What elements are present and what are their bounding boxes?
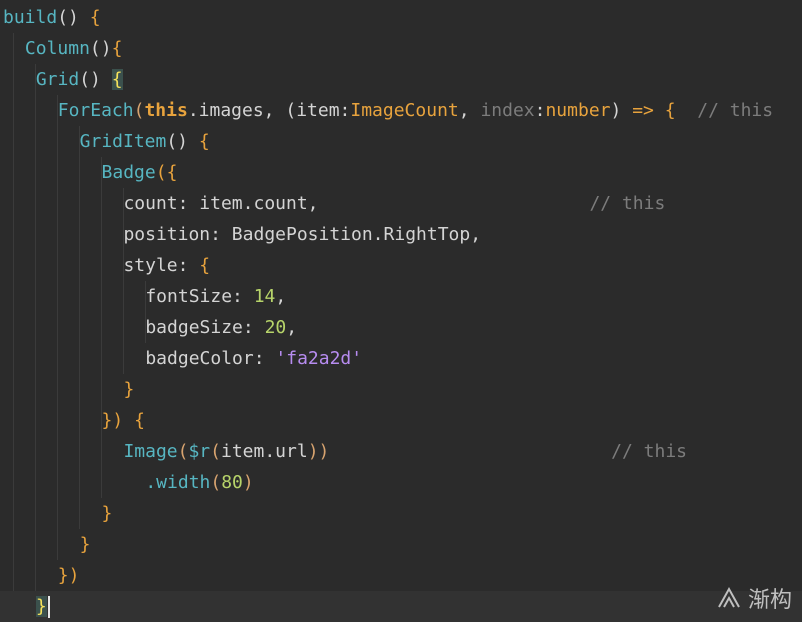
code-token: { — [89, 7, 101, 28]
code-token: ImageCount — [350, 100, 459, 121]
code-line[interactable]: }) { — [0, 405, 802, 436]
code-line[interactable]: Grid() { — [0, 64, 802, 95]
code-token: ( — [210, 472, 222, 493]
code-token: badgeColor: — [145, 348, 276, 369]
code-token: } — [35, 596, 47, 617]
code-line[interactable]: Column(){ — [0, 33, 802, 64]
watermark-text: 渐构 — [747, 588, 792, 613]
code-token: ) — [242, 472, 254, 493]
code-line[interactable]: badgeSize: 20, — [0, 312, 802, 343]
code-token: .images, ( — [187, 100, 297, 121]
code-line[interactable]: } — [0, 374, 802, 405]
code-line[interactable]: build() { — [0, 2, 802, 33]
code-line[interactable]: } — [0, 529, 802, 560]
watermark: 渐构 — [716, 582, 792, 614]
code-token: : — [534, 100, 546, 121]
code-token: , — [286, 317, 298, 338]
code-token: , — [275, 286, 287, 307]
code-token: ( — [133, 100, 145, 121]
code-token: }) — [57, 565, 80, 586]
code-line[interactable]: Badge({ — [0, 157, 802, 188]
code-line[interactable]: .width(80) — [0, 467, 802, 498]
code-token: Image — [123, 441, 178, 462]
code-token: } — [123, 379, 135, 400]
code-token: count: item.count, — [123, 193, 319, 214]
code-line[interactable]: } — [0, 498, 802, 529]
code-token: number — [545, 100, 611, 121]
code-token: this — [144, 100, 188, 121]
code-line[interactable]: fontSize: 14, — [0, 281, 802, 312]
code-token: { — [111, 69, 123, 90]
code-token: () — [79, 69, 112, 90]
code-token: { — [111, 38, 123, 59]
code-token: // this — [611, 441, 688, 462]
code-token: () — [57, 7, 90, 28]
code-token: 14 — [253, 286, 276, 307]
code-editor[interactable]: build() {Column(){Grid() {ForEach(this.i… — [0, 0, 802, 622]
code-token: () — [166, 131, 199, 152]
code-token: // this — [589, 193, 666, 214]
code-token: ( — [210, 441, 221, 462]
code-token: ( — [177, 441, 189, 462]
code-token: item: — [296, 100, 351, 121]
code-token: 20 — [264, 317, 287, 338]
code-token: style: — [123, 255, 200, 276]
code-token: Grid — [35, 69, 80, 90]
code-token: index — [480, 100, 535, 121]
code-token: ) — [610, 100, 633, 121]
code-token: Badge — [101, 162, 156, 183]
code-token: Column — [24, 38, 90, 59]
code-token: ({ — [155, 162, 178, 183]
code-line[interactable]: style: { — [0, 250, 802, 281]
code-line[interactable]: position: BadgePosition.RightTop, — [0, 219, 802, 250]
code-token: $r — [188, 441, 211, 462]
code-token: fontSize: — [145, 286, 254, 307]
code-token: position: BadgePosition.RightTop, — [123, 224, 482, 245]
code-line[interactable]: ForEach(this.images, (item:ImageCount, i… — [0, 95, 802, 126]
code-line[interactable]: }) — [0, 560, 802, 591]
code-token: { — [199, 255, 211, 276]
code-token: { — [653, 100, 698, 121]
code-token: badgeSize: — [145, 317, 265, 338]
code-line[interactable]: Image($r(item.url)) // this — [0, 436, 802, 467]
code-token: }) — [101, 410, 135, 431]
code-token: item.url — [221, 441, 308, 462]
code-token: () — [89, 38, 112, 59]
code-token: 'fa2a2d' — [275, 348, 363, 369]
code-token: } — [101, 503, 113, 524]
code-token: , — [458, 100, 481, 121]
code-token: // this — [697, 100, 774, 121]
code-line[interactable]: GridItem() { — [0, 126, 802, 157]
code-token: )) — [307, 441, 330, 462]
code-token: } — [79, 534, 91, 555]
code-token: .width — [145, 472, 211, 493]
code-token: => — [632, 100, 654, 121]
code-token: GridItem — [79, 131, 167, 152]
code-token: { — [134, 410, 145, 431]
code-token: ForEach — [57, 100, 134, 121]
code-token: { — [198, 131, 210, 152]
code-token: build — [3, 7, 58, 28]
code-line[interactable]: badgeColor: 'fa2a2d' — [0, 343, 802, 374]
mountain-logo-icon — [718, 586, 740, 608]
code-line[interactable]: count: item.count, // this — [0, 188, 802, 219]
code-token: 80 — [221, 472, 243, 493]
text-caret — [47, 596, 50, 618]
code-line[interactable]: } — [0, 591, 802, 622]
